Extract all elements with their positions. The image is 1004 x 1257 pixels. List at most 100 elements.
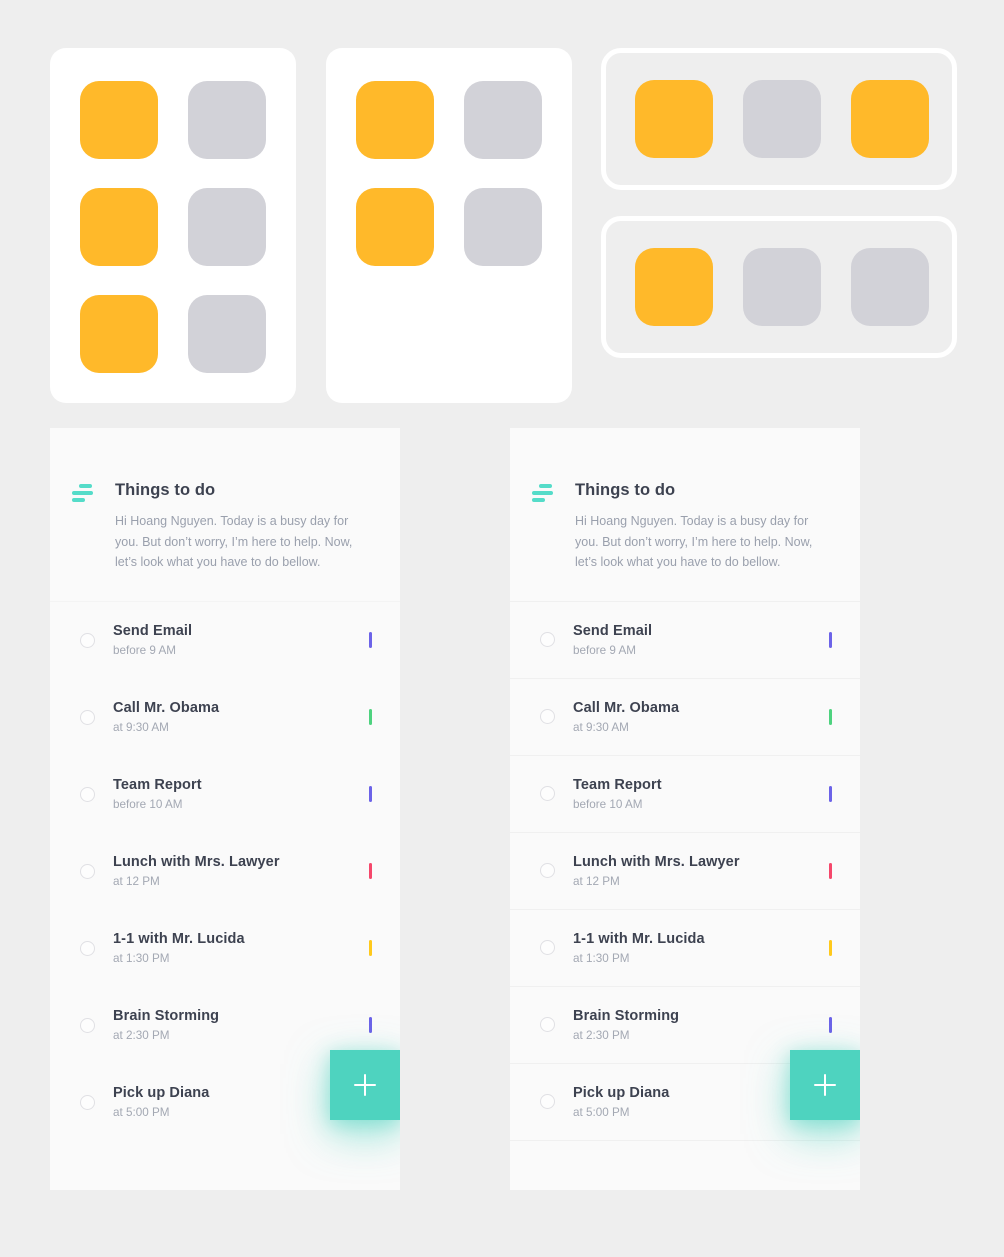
task-time: at 12 PM <box>573 874 620 888</box>
todo-row[interactable]: Lunch with Mrs. Lawyer at 12 PM <box>510 833 860 910</box>
task-tag-bar <box>829 785 832 802</box>
task-text: 1-1 with Mr. Lucida at 1:30 PM <box>573 930 829 966</box>
tile-orange[interactable] <box>80 295 158 373</box>
todo-row[interactable]: Team Report before 10 AM <box>510 756 860 833</box>
tile-grey[interactable] <box>188 188 266 266</box>
task-tag-bar <box>829 862 832 879</box>
task-text: Team Report before 10 AM <box>113 776 369 812</box>
task-title: Team Report <box>573 776 662 793</box>
todo-row[interactable]: 1-1 with Mr. Lucida at 1:30 PM <box>50 910 400 987</box>
task-tag-bar <box>369 1017 372 1033</box>
tile-orange[interactable] <box>851 80 929 158</box>
task-time: at 12 PM <box>113 875 160 888</box>
page-canvas: Things to do Hi Hoang Nguyen. Today is a… <box>0 0 1004 1257</box>
sort-lines-icon[interactable] <box>532 484 554 502</box>
task-time: at 9:30 AM <box>113 721 169 734</box>
task-text: Send Email before 9 AM <box>113 622 369 658</box>
panel-footer <box>50 1141 400 1191</box>
add-task-button[interactable] <box>790 1050 860 1120</box>
task-title: Send Email <box>573 622 653 639</box>
task-time: at 9:30 AM <box>573 720 629 734</box>
task-checkbox[interactable] <box>80 863 95 879</box>
add-task-button[interactable] <box>330 1050 400 1120</box>
tile-orange[interactable] <box>80 81 158 159</box>
task-time: at 2:30 PM <box>113 1029 170 1042</box>
tile-grey[interactable] <box>743 248 821 326</box>
todo-panel-divided: Things to do Hi Hoang Nguyen. Today is a… <box>510 428 860 1190</box>
task-checkbox[interactable] <box>540 940 555 955</box>
task-title: Send Email <box>113 623 193 639</box>
task-text: Team Report before 10 AM <box>573 776 829 812</box>
task-time: before 10 AM <box>573 797 643 811</box>
todo-row[interactable]: Lunch with Mrs. Lawyer at 12 PM <box>50 833 400 910</box>
panel-header: Things to do Hi Hoang Nguyen. Today is a… <box>510 428 860 602</box>
task-checkbox[interactable] <box>80 786 95 802</box>
task-tag-bar <box>369 940 372 956</box>
tile-orange[interactable] <box>356 81 434 159</box>
task-text: 1-1 with Mr. Lucida at 1:30 PM <box>113 930 369 966</box>
task-title: Lunch with Mrs. Lawyer <box>573 853 740 870</box>
todo-row[interactable]: 1-1 with Mr. Lucida at 1:30 PM <box>510 910 860 987</box>
panel-description: Hi Hoang Nguyen. Today is a busy day for… <box>575 514 813 569</box>
task-title: Call Mr. Obama <box>573 699 680 716</box>
task-tag-bar <box>369 632 372 648</box>
task-checkbox[interactable] <box>80 940 95 956</box>
todo-row[interactable]: Team Report before 10 AM <box>50 756 400 833</box>
tile-grey[interactable] <box>743 80 821 158</box>
task-checkbox[interactable] <box>540 709 555 724</box>
task-title: 1-1 with Mr. Lucida <box>573 930 705 947</box>
tile-grey[interactable] <box>188 81 266 159</box>
task-checkbox[interactable] <box>80 1094 95 1110</box>
panel-description: Hi Hoang Nguyen. Today is a busy day for… <box>115 514 353 569</box>
task-text: Lunch with Mrs. Lawyer at 12 PM <box>573 853 829 889</box>
tile-grey[interactable] <box>188 295 266 373</box>
task-checkbox[interactable] <box>540 1017 555 1032</box>
grid-card-three-rows[interactable] <box>50 48 296 403</box>
task-tag-bar <box>829 939 832 956</box>
outline-card-bottom[interactable] <box>601 216 957 358</box>
todo-row[interactable]: Send Email before 9 AM <box>50 602 400 679</box>
tile-orange[interactable] <box>635 80 713 158</box>
tile-grey[interactable] <box>851 248 929 326</box>
tile-orange[interactable] <box>356 188 434 266</box>
tile-grid <box>356 81 542 266</box>
task-checkbox[interactable] <box>80 632 95 648</box>
outline-card-top[interactable] <box>601 48 957 190</box>
task-title: 1-1 with Mr. Lucida <box>113 931 245 947</box>
task-checkbox[interactable] <box>80 709 95 725</box>
page-title: Things to do <box>575 481 676 499</box>
tile-grey[interactable] <box>464 81 542 159</box>
task-text: Send Email before 9 AM <box>573 622 829 658</box>
task-tag-bar <box>829 1016 832 1033</box>
task-text: Brain Storming at 2:30 PM <box>113 1007 369 1043</box>
task-title: Lunch with Mrs. Lawyer <box>113 854 280 870</box>
task-checkbox[interactable] <box>540 786 555 801</box>
todo-row[interactable]: Call Mr. Obama at 9:30 AM <box>510 679 860 756</box>
plus-icon <box>354 1074 376 1096</box>
task-time: before 10 AM <box>113 798 183 811</box>
task-time: at 2:30 PM <box>573 1028 630 1042</box>
tile-orange[interactable] <box>635 248 713 326</box>
panel-footer <box>510 1141 860 1191</box>
task-title: Team Report <box>113 777 202 793</box>
task-title: Call Mr. Obama <box>113 700 220 716</box>
tile-grey[interactable] <box>464 188 542 266</box>
task-title: Brain Storming <box>573 1007 680 1024</box>
task-checkbox[interactable] <box>540 632 555 647</box>
task-text: Brain Storming at 2:30 PM <box>573 1007 829 1043</box>
task-time: before 9 AM <box>573 643 637 657</box>
todo-row[interactable]: Call Mr. Obama at 9:30 AM <box>50 679 400 756</box>
tile-orange[interactable] <box>80 188 158 266</box>
task-checkbox[interactable] <box>540 863 555 878</box>
task-title: Brain Storming <box>113 1008 220 1024</box>
todo-row[interactable]: Send Email before 9 AM <box>510 602 860 679</box>
task-tag-bar <box>829 708 832 725</box>
grid-card-two-rows[interactable] <box>326 48 572 403</box>
task-checkbox[interactable] <box>80 1017 95 1033</box>
plus-icon <box>814 1074 836 1096</box>
task-tag-bar <box>369 709 372 725</box>
tile-grid <box>80 81 266 373</box>
sort-lines-icon[interactable] <box>72 484 94 502</box>
task-checkbox[interactable] <box>540 1094 555 1109</box>
task-text: Lunch with Mrs. Lawyer at 12 PM <box>113 853 369 889</box>
